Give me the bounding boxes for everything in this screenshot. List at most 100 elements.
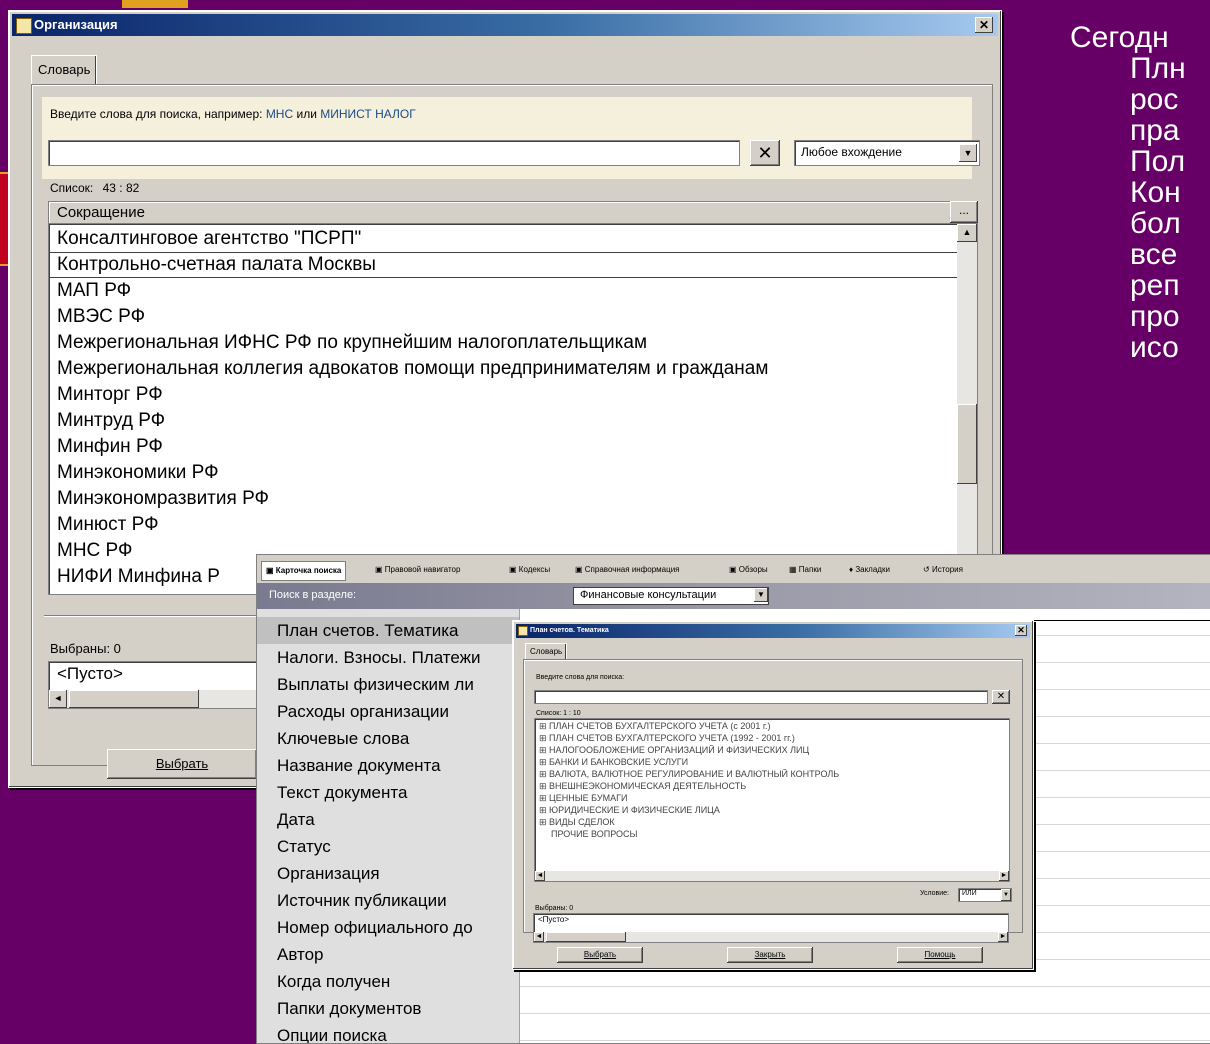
list-count-label: Список: — [50, 181, 94, 195]
field-publication-source[interactable]: Источник публикации — [257, 887, 519, 914]
tab-codes[interactable]: ▣ Кодексы — [509, 561, 550, 579]
plan-selected-field[interactable]: <Пусто> ◄ ► — [533, 913, 1009, 943]
expand-icon[interactable]: ⊞ — [539, 817, 549, 827]
list-item[interactable]: Межрегиональная ИФНС РФ по крупнейшим на… — [49, 330, 977, 356]
list-item[interactable]: МВЭС РФ — [49, 304, 977, 330]
list-item[interactable]: ⊞ ВАЛЮТА, ВАЛЮТНОЕ РЕГУЛИРОВАНИЕ И ВАЛЮТ… — [535, 769, 1009, 779]
plan-list-hscrollbar[interactable]: ◄ ► — [535, 871, 1009, 881]
tab-search-card[interactable]: ▣ Карточка поиска — [261, 561, 347, 581]
plan-choose-button[interactable]: Выбрать — [557, 947, 643, 963]
field-document-text[interactable]: Текст документа — [257, 779, 519, 806]
list-item[interactable]: Минэкономразвития РФ — [49, 486, 977, 512]
tab-reviews[interactable]: ▣ Обзоры — [729, 561, 768, 579]
list-item[interactable]: ⊞ ЮРИДИЧЕСКИЕ И ФИЗИЧЕСКИЕ ЛИЦА — [535, 805, 1009, 815]
column-more-button[interactable]: ... — [950, 201, 978, 223]
search-hint-or: или — [296, 107, 317, 121]
tab-history-label: История — [931, 565, 963, 574]
expand-icon[interactable]: ⊞ — [539, 733, 549, 743]
section-select[interactable]: Финансовые консультации ▼ — [573, 587, 769, 605]
scroll-up-arrow-icon[interactable]: ▲ — [957, 224, 977, 242]
field-organization[interactable]: Организация — [257, 860, 519, 887]
tab-folders[interactable]: ▦ Папки — [789, 561, 821, 579]
match-mode-select[interactable]: Любое вхождение ▼ — [794, 140, 980, 166]
list-item[interactable]: Консалтинговое агентство "ПСРП" — [49, 226, 977, 252]
plan-selected-hscrollbar[interactable]: ◄ ► — [534, 932, 1008, 942]
scroll-left-arrow-icon[interactable]: ◄ — [535, 871, 545, 881]
field-taxes[interactable]: Налоги. Взносы. Платежи — [257, 644, 519, 671]
tab-legal-navigator[interactable]: ▣ Правовой навигатор — [375, 561, 460, 579]
field-date[interactable]: Дата — [257, 806, 519, 833]
plan-condition-select[interactable]: ИЛИ ▼ — [958, 888, 1012, 902]
main-tabbar: ▣ Карточка поиска ▣ Правовой навигатор ▣… — [257, 555, 1210, 584]
list-item-label: ВНЕШНЕЭКОНОМИЧЕСКАЯ ДЕЯТЕЛЬНОСТЬ — [549, 781, 747, 791]
tab-bookmarks[interactable]: ♦ Закладки — [849, 561, 890, 579]
list-item[interactable]: ⊞ ВИДЫ СДЕЛОК — [535, 817, 1009, 827]
clear-search-button[interactable]: ✕ — [750, 140, 780, 166]
expand-icon[interactable]: ⊞ — [539, 721, 549, 731]
search-fields-sidebar: План счетов. Тематика Налоги. Взносы. Пл… — [257, 609, 520, 1043]
list-item[interactable]: ⊞ ПЛАН СЧЕТОВ БУХГАЛТЕРСКОГО УЧЕТА (с 20… — [535, 721, 1009, 731]
list-item[interactable]: Минфин РФ — [49, 434, 977, 460]
list-item[interactable]: ⊞ БАНКИ И БАНКОВСКИЕ УСЛУГИ — [535, 757, 1009, 767]
list-item-label: НАЛОГООБЛОЖЕНИЕ ОРГАНИЗАЦИЙ И ФИЗИЧЕСКИХ… — [549, 745, 810, 755]
field-author[interactable]: Автор — [257, 941, 519, 968]
plan-dialog-titlebar[interactable]: План счетов. Тематика — [516, 624, 1030, 638]
list-item[interactable]: ⊞ ЦЕННЫЕ БУМАГИ — [535, 793, 1009, 803]
expand-icon[interactable]: ⊞ — [539, 805, 549, 815]
chevron-down-icon[interactable]: ▼ — [754, 588, 768, 602]
column-header[interactable]: Сокращение — [48, 201, 952, 225]
list-item[interactable]: ⊞ ПЛАН СЧЕТОВ БУХГАЛТЕРСКОГО УЧЕТА (1992… — [535, 733, 1009, 743]
hscroll-thumb[interactable] — [546, 932, 626, 942]
expand-icon[interactable]: ⊞ — [539, 769, 549, 779]
scrollbar-thumb[interactable] — [957, 404, 977, 484]
field-chart-of-accounts[interactable]: План счетов. Тематика — [257, 617, 519, 644]
scroll-left-arrow-icon[interactable]: ◄ — [49, 690, 67, 708]
list-item[interactable]: МАП РФ — [49, 278, 977, 304]
organization-dialog-titlebar[interactable]: Организация — [12, 14, 998, 36]
expand-icon[interactable]: ⊞ — [539, 745, 549, 755]
scroll-left-arrow-icon[interactable]: ◄ — [534, 932, 544, 942]
close-icon[interactable]: ✕ — [975, 17, 993, 33]
list-item[interactable]: Межрегиональная коллегия адвокатов помощ… — [49, 356, 977, 382]
field-expenses[interactable]: Расходы организации — [257, 698, 519, 725]
expand-icon[interactable]: ⊞ — [539, 757, 549, 767]
tab-dictionary[interactable]: Словарь — [31, 55, 98, 84]
list-item-label: БАНКИ И БАНКОВСКИЕ УСЛУГИ — [549, 757, 689, 767]
reference-icon: ▣ — [575, 565, 585, 574]
list-scrollbar[interactable]: ▲ — [957, 224, 977, 594]
list-item[interactable]: Минторг РФ — [49, 382, 977, 408]
field-document-folders[interactable]: Папки документов — [257, 995, 519, 1022]
list-item[interactable]: Минюст РФ — [49, 512, 977, 538]
tab-reference-info[interactable]: ▣ Справочная информация — [575, 561, 680, 579]
expand-icon[interactable]: ⊞ — [539, 793, 549, 803]
list-item[interactable]: ПРОЧИЕ ВОПРОСЫ — [535, 829, 1009, 839]
expand-icon[interactable]: ⊞ — [539, 781, 549, 791]
choose-button[interactable]: Выбрать — [107, 749, 257, 779]
list-item[interactable]: ⊞ ВНЕШНЕЭКОНОМИЧЕСКАЯ ДЕЯТЕЛЬНОСТЬ — [535, 781, 1009, 791]
field-search-options[interactable]: Опции поиска — [257, 1022, 519, 1043]
scroll-right-arrow-icon[interactable]: ► — [998, 932, 1008, 942]
close-icon[interactable]: ✕ — [1015, 625, 1027, 636]
field-received[interactable]: Когда получен — [257, 968, 519, 995]
field-official-number[interactable]: Номер официального до — [257, 914, 519, 941]
scroll-right-arrow-icon[interactable]: ► — [999, 871, 1009, 881]
hscroll-thumb[interactable] — [69, 690, 199, 708]
plan-clear-search-button[interactable]: ✕ — [992, 690, 1010, 704]
search-input[interactable] — [48, 140, 740, 166]
chevron-down-icon[interactable]: ▼ — [1001, 889, 1011, 901]
list-item[interactable]: Минтруд РФ — [49, 408, 977, 434]
field-keywords[interactable]: Ключевые слова — [257, 725, 519, 752]
plan-help-button[interactable]: Помощь — [897, 947, 983, 963]
plan-search-input[interactable] — [534, 690, 988, 704]
chevron-down-icon[interactable]: ▼ — [959, 144, 977, 162]
plan-condition-label: Условие: — [920, 890, 950, 897]
field-status[interactable]: Статус — [257, 833, 519, 860]
list-item[interactable]: Минэкономики РФ — [49, 460, 977, 486]
field-payments-individuals[interactable]: Выплаты физическим ли — [257, 671, 519, 698]
field-document-title[interactable]: Название документа — [257, 752, 519, 779]
tab-history[interactable]: ↺ История — [923, 561, 963, 579]
list-item[interactable]: Контрольно-счетная палата Москвы — [49, 252, 977, 278]
plan-close-button[interactable]: Закрыть — [727, 947, 813, 963]
plan-tab-dictionary[interactable]: Словарь — [525, 643, 568, 660]
list-item[interactable]: ⊞ НАЛОГООБЛОЖЕНИЕ ОРГАНИЗАЦИЙ И ФИЗИЧЕСК… — [535, 745, 1009, 755]
